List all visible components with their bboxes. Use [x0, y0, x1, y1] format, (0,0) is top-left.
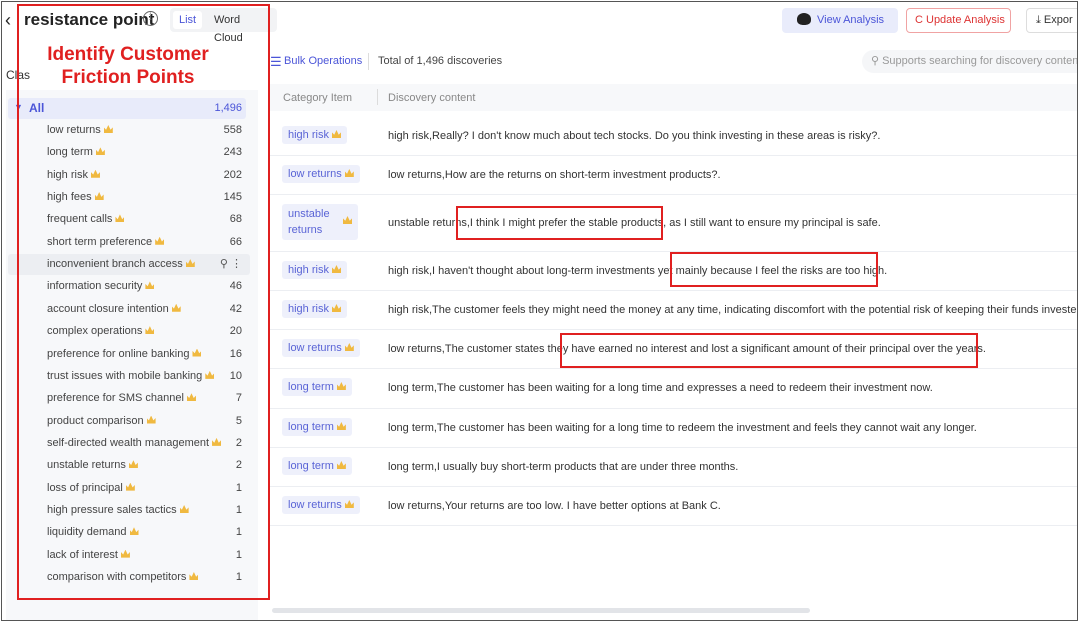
- crown-icon: [344, 500, 354, 508]
- category-tag-label: low returns: [288, 168, 342, 180]
- crown-icon: [331, 130, 341, 138]
- app-window: ‹ resistance point i List Word Cloud Vie…: [1, 1, 1078, 621]
- callout-line-1: Identify Customer: [47, 44, 209, 65]
- table-row[interactable]: long term long term,I usually buy short-t…: [270, 448, 1077, 487]
- callout-highlight-box: [17, 4, 270, 600]
- toolbar: ☰ Bulk Operations Total of 1,496 discove…: [270, 50, 1078, 74]
- crown-icon: [344, 169, 354, 177]
- divider: [368, 53, 369, 70]
- category-tag[interactable]: low returns: [282, 496, 360, 514]
- category-tag-label: high risk: [288, 264, 329, 276]
- category-tag[interactable]: long term: [282, 457, 352, 475]
- crown-icon: [331, 265, 341, 273]
- list-icon[interactable]: ☰: [270, 54, 282, 70]
- highlight-box: [456, 206, 663, 240]
- table-row[interactable]: high risk high risk,The customer feels th…: [270, 291, 1078, 330]
- table-row[interactable]: long term long term,The customer has been…: [270, 369, 1077, 409]
- category-tag-label: long term: [288, 421, 334, 433]
- bulk-operations-button[interactable]: Bulk Operations: [284, 55, 362, 67]
- crown-icon: [336, 461, 346, 469]
- callout-line-2: Friction Points: [61, 67, 195, 88]
- update-analysis-button[interactable]: C Update Analysis: [906, 8, 1011, 33]
- category-tag-label: long term: [288, 460, 334, 472]
- discovery-content: long term,The customer has been waiting …: [388, 382, 933, 394]
- view-analysis-label: View Analysis: [817, 14, 885, 26]
- column-divider: [377, 89, 378, 105]
- discovery-content: low returns,How are the returns on short…: [388, 168, 721, 181]
- category-tag-label: unstable returns: [288, 208, 330, 236]
- back-icon[interactable]: ‹: [5, 10, 11, 31]
- table-row[interactable]: low returns low returns,Your returns are …: [270, 487, 1077, 526]
- crown-icon: [343, 216, 352, 224]
- discovery-content: long term,The customer has been waiting …: [388, 421, 977, 434]
- export-button[interactable]: ⤓ Expor: [1026, 8, 1077, 33]
- view-analysis-button[interactable]: View Analysis: [782, 8, 898, 33]
- table-header: Category Item Discovery content: [270, 84, 1077, 111]
- total-count-text: Total of 1,496 discoveries: [378, 55, 503, 67]
- category-tag-label: high risk: [288, 303, 329, 315]
- discovery-content: high risk,Really? I don't know much abou…: [388, 129, 881, 142]
- download-icon: ⤓: [1036, 14, 1044, 26]
- export-label: Expor: [1043, 14, 1073, 26]
- category-tag-label: long term: [288, 381, 334, 393]
- callout-title: Identify Customer Friction Points: [18, 43, 238, 89]
- category-tag[interactable]: high risk: [282, 261, 347, 279]
- horizontal-scrollbar[interactable]: [272, 608, 810, 613]
- category-tag-label: high risk: [288, 129, 329, 141]
- category-tag[interactable]: high risk: [282, 126, 347, 144]
- category-tag-label: low returns: [288, 499, 342, 511]
- search-input[interactable]: ⚲ Supports searching for discovery conten…: [862, 50, 1078, 73]
- category-tag[interactable]: high risk: [282, 300, 347, 318]
- column-header-category: Category Item: [283, 92, 353, 104]
- table-row[interactable]: high risk high risk,Really? I don't know …: [270, 117, 1077, 156]
- column-header-content: Discovery content: [388, 92, 476, 104]
- analysis-icon: [797, 13, 811, 25]
- crown-icon: [336, 382, 346, 390]
- discovery-content: low returns,Your returns are too low. I …: [388, 499, 721, 512]
- highlight-box: [560, 333, 978, 368]
- search-placeholder: Supports searching for discovery content: [882, 55, 1078, 67]
- category-tag[interactable]: long term: [282, 378, 352, 396]
- category-tag[interactable]: low returns: [282, 339, 360, 357]
- discovery-content: high risk,The customer feels they might …: [388, 303, 1078, 316]
- category-tag-label: low returns: [288, 342, 342, 354]
- highlight-box: [670, 252, 878, 287]
- category-tag[interactable]: unstable returns: [282, 204, 358, 240]
- category-tag[interactable]: low returns: [282, 165, 360, 183]
- crown-icon: [344, 343, 354, 351]
- discovery-content: long term,I usually buy short-term produ…: [388, 460, 739, 473]
- table-row[interactable]: unstable returns unstable returns,I think…: [270, 195, 1077, 252]
- table-row[interactable]: long term long term,The customer has been…: [270, 409, 1077, 448]
- crown-icon: [331, 304, 341, 312]
- table-row[interactable]: low returns low returns,How are the retur…: [270, 156, 1077, 195]
- category-tag[interactable]: long term: [282, 418, 352, 436]
- search-icon: ⚲: [871, 55, 880, 67]
- crown-icon: [336, 422, 346, 430]
